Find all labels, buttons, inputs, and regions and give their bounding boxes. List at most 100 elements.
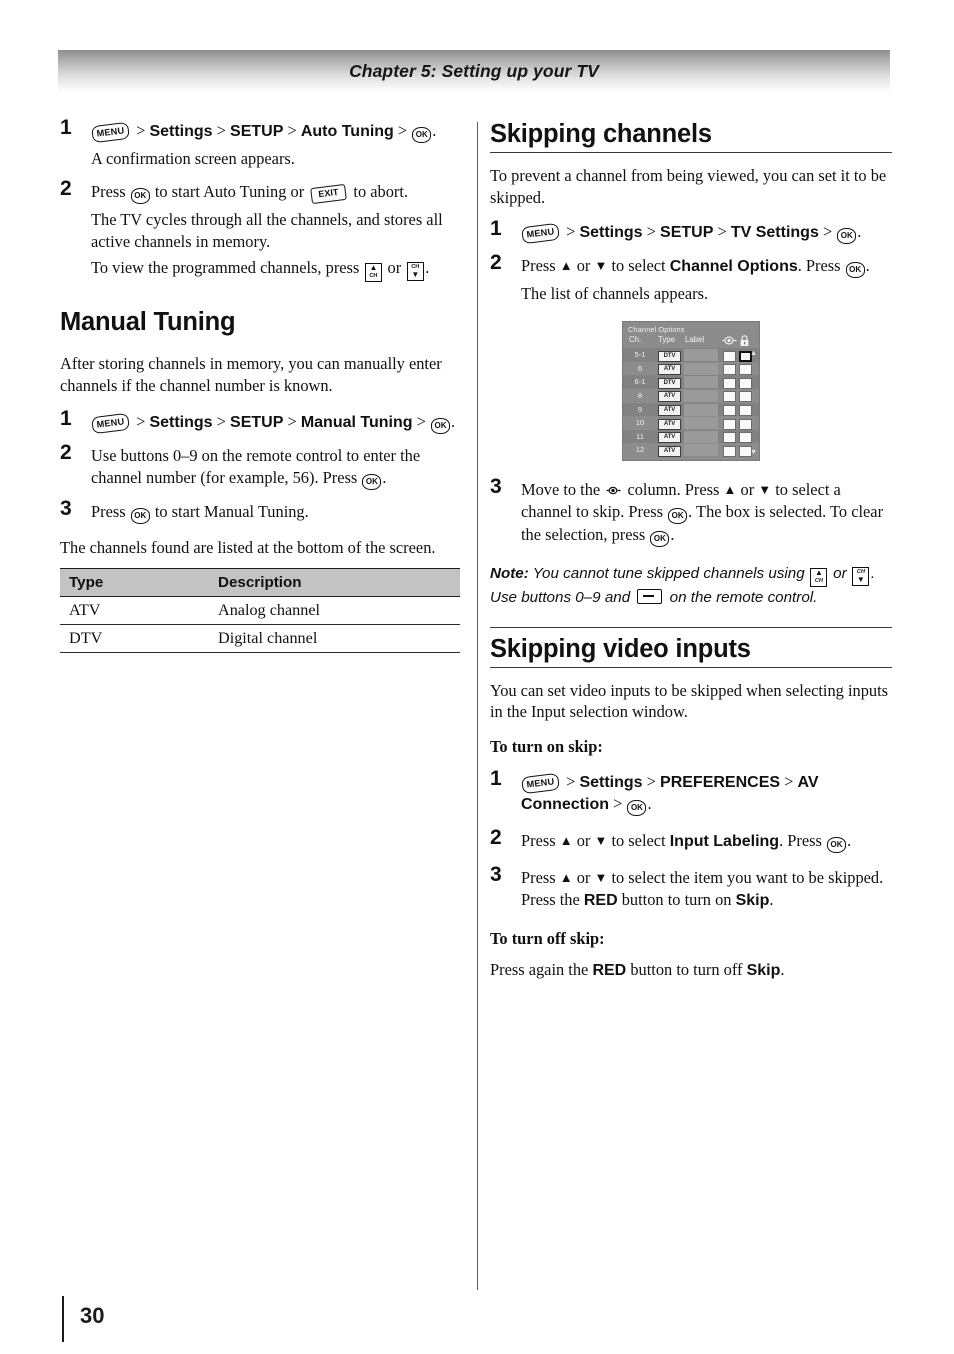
tv-cell-ch: 8 [637,390,643,400]
path-setup: SETUP [230,413,284,431]
cell-type: ATV [60,596,209,626]
tv-cell-type: ATV [658,432,681,444]
lock-icon [739,335,750,349]
ok-icon[interactable]: OK [362,473,382,490]
period: . [780,960,785,980]
tv-cell-label [684,389,718,402]
input-labeling-label: Input Labeling [669,833,780,851]
menu-icon[interactable]: MENU [521,772,560,795]
tv-row[interactable]: 11 ATV [623,429,759,444]
step-number: 3 [60,496,72,520]
tv-row[interactable]: 9 ATV [623,402,759,417]
step-text: Press ▲ or ▼ to select Input Labeling. P… [521,831,851,854]
ok-icon[interactable]: OK [130,187,150,204]
path-settings: Settings [149,413,213,431]
tv-cell-type: DTV [658,350,681,362]
tv-cell-ch: 9 [637,404,643,414]
arrow-down-icon: ▼ [594,870,608,886]
tv-skip-checkbox[interactable] [723,391,736,403]
channel-up-icon[interactable]: ▲ CH [364,263,382,283]
tv-row[interactable]: 6-1 DTV [623,375,759,389]
video-inputs-step-3: 3 Press ▲ or ▼ to select the item you wa… [490,864,892,911]
manual-tuning-intro: After storing channels in memory, you ca… [60,354,442,396]
skipping-channels-step-1: 1 MENU > Settings > SETUP > TV Settings … [490,218,892,245]
red-button-label: RED [592,962,627,980]
arrow-down-icon: ▼ [594,833,608,849]
start-manual-tuning-label: to start Manual Tuning. [154,501,309,521]
tv-skip-checkbox[interactable] [723,404,736,416]
page-number: 30 [80,1303,105,1328]
tv-cell-ch: 11 [636,431,644,441]
press-again-label: Press again the [490,960,589,980]
note-label: Note: [490,564,529,582]
tv-lock-checkbox[interactable] [739,377,752,389]
skipping-channels-heading: Skipping channels [490,120,892,154]
tv-skip-checkbox[interactable] [723,350,736,362]
ok-icon[interactable]: OK [412,127,432,143]
to-select-label: to select [611,831,666,851]
ok-icon[interactable]: OK [430,417,450,434]
or-label: or [576,831,591,851]
channel-down-icon[interactable]: CH ▼ [852,566,870,586]
step-text: MENU > Settings > SETUP > Auto Tuning > … [91,121,465,170]
ok-icon[interactable]: OK [627,800,647,817]
tv-skip-checkbox[interactable] [723,364,736,376]
step-tail: . [647,794,652,814]
tv-row[interactable]: 10 ATV [623,416,759,430]
turn-off-skip-text: Press again the RED button to turn off S… [490,959,892,981]
tv-row[interactable]: 8 ATV [623,389,759,403]
tv-cell-type: ATV [658,391,681,403]
column-divider [477,122,478,1290]
tv-lock-checkbox[interactable] [739,432,752,444]
path-setup: SETUP [660,224,714,242]
manual-page: Chapter 5: Setting up your TV 1 MENU > S… [0,0,954,1354]
video-inputs-step-2: 2 Press ▲ or ▼ to select Input Labeling.… [490,827,892,854]
tv-skip-checkbox[interactable] [723,445,736,457]
step-text: Move to the column. Press ▲ or ▼ to sele… [521,480,883,547]
to-select-label: to select [611,256,666,276]
tv-row[interactable]: 12 ATV [623,443,759,457]
column-press-label: column. Press [627,480,720,500]
channel-up-icon[interactable]: ▲ CH [810,567,828,587]
menu-icon[interactable]: MENU [91,412,130,434]
path-preferences: PREFERENCES [660,773,781,791]
menu-icon[interactable]: MENU [521,223,560,245]
skip-icon [722,335,737,348]
tv-lock-checkbox[interactable] [739,418,752,430]
exit-icon[interactable]: EXIT [310,183,348,204]
tv-cell-type: ATV [658,364,681,376]
tv-skip-checkbox[interactable] [723,432,736,444]
ok-icon[interactable]: OK [130,507,150,524]
tv-lock-checkbox[interactable] [739,364,752,376]
tv-lock-checkbox[interactable] [739,404,752,416]
path-settings: Settings [579,773,643,791]
note-text-c: on the remote control. [669,588,818,606]
manual-tuning-step-2: 2 Use buttons 0–9 on the remote control … [60,440,465,490]
tv-skip-checkbox[interactable] [723,418,736,430]
ok-icon[interactable]: OK [826,837,846,854]
right-column: Skipping channels To prevent a channel f… [490,120,892,990]
step-tail: . [865,256,870,276]
step-number: 2 [60,440,72,464]
ok-icon[interactable]: OK [845,262,865,279]
menu-icon[interactable]: MENU [91,121,130,144]
chapter-title: Chapter 5: Setting up your TV [349,60,599,81]
ok-icon[interactable]: OK [650,530,670,547]
skip-icon [606,480,621,495]
tv-row[interactable]: 6 ATV [623,362,759,376]
note-or-label: or [833,564,847,582]
cell-description: Digital channel [209,624,460,654]
ok-icon[interactable]: OK [668,507,688,524]
tv-row[interactable]: 5-1 DTV [623,348,759,362]
tv-skip-checkbox[interactable] [723,377,736,389]
channel-down-icon[interactable]: CH ▼ [406,262,424,282]
step-text: Press OK to start Auto Tuning or EXIT to… [91,182,465,283]
tv-scroll-down-icon[interactable]: ▼ [750,449,757,456]
step-tail: . [857,222,862,242]
tv-lock-checkbox[interactable] [739,391,752,403]
dash-icon[interactable] [637,588,663,604]
ok-icon[interactable]: OK [837,228,857,245]
step-number: 2 [60,176,72,200]
tv-scroll-up-icon[interactable]: ▲ [750,350,757,357]
skipping-channels-step-2: 2 Press ▲ or ▼ to select Channel Options… [490,252,892,305]
